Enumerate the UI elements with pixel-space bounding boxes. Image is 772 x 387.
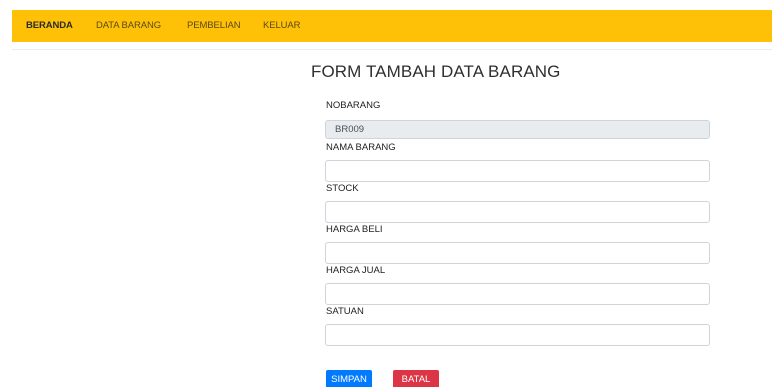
satuan-field[interactable] xyxy=(325,324,710,346)
harga-beli-field[interactable] xyxy=(325,242,710,264)
nav-item-pembelian[interactable]: PEMBELIAN xyxy=(187,10,241,42)
harga-jual-field[interactable] xyxy=(325,283,710,305)
page: BERANDA DATA BARANG PEMBELIAN KELUAR FOR… xyxy=(0,0,772,387)
form-title: FORM TAMBAH DATA BARANG xyxy=(311,62,561,81)
nama-barang-label: NAMA BARANG xyxy=(326,142,396,153)
nama-barang-field[interactable] xyxy=(325,160,710,182)
harga-beli-label: HARGA BELI xyxy=(326,224,383,235)
nobarang-label: NOBARANG xyxy=(326,100,381,111)
harga-jual-label: HARGA JUAL xyxy=(326,265,386,276)
top-navbar: BERANDA DATA BARANG PEMBELIAN KELUAR xyxy=(12,10,772,42)
batal-button[interactable]: BATAL xyxy=(393,370,439,387)
nav-item-beranda[interactable]: BERANDA xyxy=(26,10,73,42)
simpan-button[interactable]: SIMPAN xyxy=(326,370,372,387)
nav-item-data-barang[interactable]: DATA BARANG xyxy=(96,10,161,42)
nav-item-keluar[interactable]: KELUAR xyxy=(263,10,301,42)
stock-label: STOCK xyxy=(326,183,359,194)
satuan-label: SATUAN xyxy=(326,306,364,317)
nobarang-field[interactable] xyxy=(325,120,710,139)
stock-field[interactable] xyxy=(325,201,710,223)
navbar-divider xyxy=(12,49,772,50)
